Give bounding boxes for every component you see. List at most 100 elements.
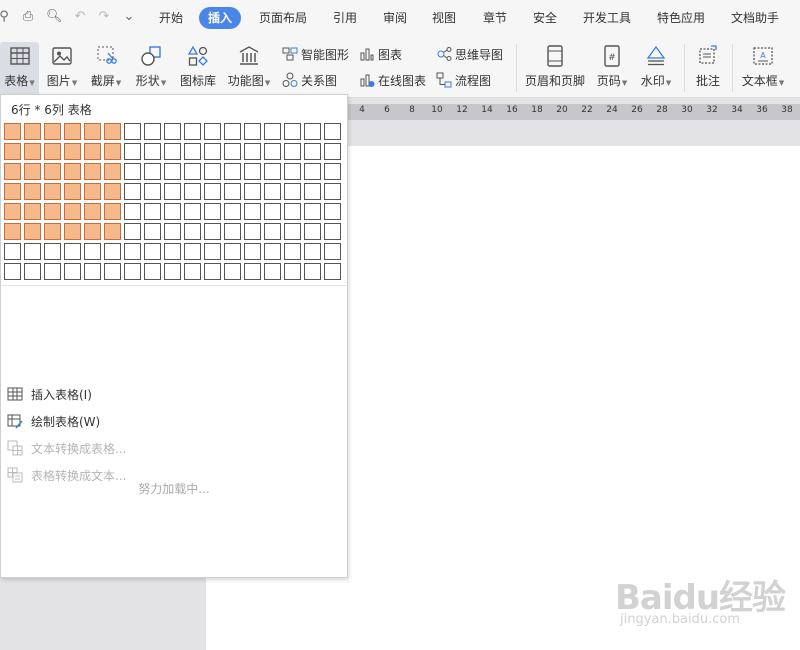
grid-cell-selected[interactable] <box>64 163 81 180</box>
grid-cell[interactable] <box>224 243 241 260</box>
grid-cell-selected[interactable] <box>64 223 81 240</box>
grid-cell[interactable] <box>204 143 221 160</box>
grid-cell[interactable] <box>144 183 161 200</box>
grid-cell[interactable] <box>164 123 181 140</box>
grid-cell[interactable] <box>84 243 101 260</box>
grid-cell[interactable] <box>184 123 201 140</box>
grid-cell-selected[interactable] <box>44 223 61 240</box>
tab-view[interactable]: 视图 <box>432 7 456 29</box>
mind-map-button[interactable]: 思维导图 <box>436 45 503 65</box>
grid-cell-selected[interactable] <box>24 223 41 240</box>
grid-cell[interactable] <box>304 163 321 180</box>
grid-cell[interactable] <box>284 223 301 240</box>
grid-cell[interactable] <box>184 163 201 180</box>
grid-cell[interactable] <box>324 243 341 260</box>
grid-cell[interactable] <box>104 263 121 280</box>
grid-cell[interactable] <box>44 243 61 260</box>
smart-shape-button[interactable]: 智能图形 <box>282 45 349 65</box>
grid-cell[interactable] <box>64 263 81 280</box>
grid-cell-selected[interactable] <box>64 143 81 160</box>
tab-review[interactable]: 审阅 <box>383 7 407 29</box>
grid-cell[interactable] <box>304 223 321 240</box>
grid-cell-selected[interactable] <box>84 203 101 220</box>
grid-cell[interactable] <box>244 263 261 280</box>
grid-cell-selected[interactable] <box>84 183 101 200</box>
print-icon[interactable]: ⎙ <box>20 9 36 25</box>
grid-cell[interactable] <box>124 123 141 140</box>
grid-cell[interactable] <box>144 143 161 160</box>
grid-cell[interactable] <box>264 183 281 200</box>
grid-cell-selected[interactable] <box>64 203 81 220</box>
grid-cell[interactable] <box>324 183 341 200</box>
grid-cell[interactable] <box>64 243 81 260</box>
function-chart-button[interactable]: 功能图▼ <box>226 42 272 96</box>
grid-cell-selected[interactable] <box>4 143 21 160</box>
grid-cell-selected[interactable] <box>104 223 121 240</box>
grid-cell[interactable] <box>204 123 221 140</box>
grid-cell[interactable] <box>224 203 241 220</box>
grid-cell-selected[interactable] <box>24 143 41 160</box>
grid-cell[interactable] <box>284 183 301 200</box>
table-size-grid[interactable] <box>4 123 344 283</box>
textbox-button[interactable]: A 文本框▼ <box>738 42 788 96</box>
watermark-button[interactable]: 水印▼ <box>636 42 676 96</box>
grid-cell[interactable] <box>124 263 141 280</box>
flowchart-button[interactable]: 流程图 <box>436 71 491 91</box>
grid-cell[interactable] <box>124 143 141 160</box>
tab-home[interactable]: 开始 <box>159 7 183 29</box>
grid-cell-selected[interactable] <box>24 123 41 140</box>
grid-cell[interactable] <box>244 123 261 140</box>
grid-cell[interactable] <box>124 223 141 240</box>
grid-cell-selected[interactable] <box>4 203 21 220</box>
quick-access-dropdown-icon[interactable]: ⌄ <box>121 9 137 25</box>
grid-cell[interactable] <box>224 223 241 240</box>
share-icon[interactable]: ⚲ <box>0 9 12 25</box>
page-number-button[interactable]: # 页码▼ <box>594 42 630 96</box>
grid-cell[interactable] <box>44 263 61 280</box>
grid-cell[interactable] <box>164 163 181 180</box>
grid-cell[interactable] <box>324 203 341 220</box>
grid-cell[interactable] <box>184 143 201 160</box>
grid-cell[interactable] <box>304 203 321 220</box>
grid-cell[interactable] <box>264 223 281 240</box>
tab-references[interactable]: 引用 <box>333 7 357 29</box>
grid-cell[interactable] <box>144 163 161 180</box>
grid-cell-selected[interactable] <box>44 183 61 200</box>
grid-cell[interactable] <box>164 203 181 220</box>
grid-cell[interactable] <box>104 243 121 260</box>
grid-cell[interactable] <box>4 263 21 280</box>
grid-cell[interactable] <box>324 143 341 160</box>
grid-cell-selected[interactable] <box>24 183 41 200</box>
grid-cell[interactable] <box>204 163 221 180</box>
screenshot-button[interactable]: 截屏▼ <box>87 42 125 96</box>
grid-cell[interactable] <box>264 263 281 280</box>
grid-cell[interactable] <box>304 263 321 280</box>
grid-cell[interactable] <box>284 163 301 180</box>
grid-cell[interactable] <box>124 203 141 220</box>
tab-document-assistant[interactable]: 文档助手 <box>731 7 779 29</box>
grid-cell[interactable] <box>324 163 341 180</box>
grid-cell[interactable] <box>184 223 201 240</box>
grid-cell-selected[interactable] <box>84 123 101 140</box>
grid-cell[interactable] <box>184 263 201 280</box>
grid-cell[interactable] <box>144 203 161 220</box>
tab-developer-tools[interactable]: 开发工具 <box>583 7 631 29</box>
grid-cell[interactable] <box>144 243 161 260</box>
grid-cell[interactable] <box>184 183 201 200</box>
grid-cell[interactable] <box>184 203 201 220</box>
grid-cell-selected[interactable] <box>104 203 121 220</box>
redo-icon[interactable]: ↷ <box>96 9 112 25</box>
grid-cell[interactable] <box>204 263 221 280</box>
grid-cell-selected[interactable] <box>104 183 121 200</box>
grid-cell-selected[interactable] <box>64 123 81 140</box>
grid-cell[interactable] <box>164 183 181 200</box>
grid-cell[interactable] <box>24 243 41 260</box>
grid-cell[interactable] <box>324 263 341 280</box>
grid-cell[interactable] <box>304 143 321 160</box>
grid-cell-selected[interactable] <box>4 223 21 240</box>
grid-cell-selected[interactable] <box>44 143 61 160</box>
grid-cell[interactable] <box>264 243 281 260</box>
grid-cell[interactable] <box>204 203 221 220</box>
grid-cell[interactable] <box>244 203 261 220</box>
undo-icon[interactable]: ↶ <box>72 9 88 25</box>
